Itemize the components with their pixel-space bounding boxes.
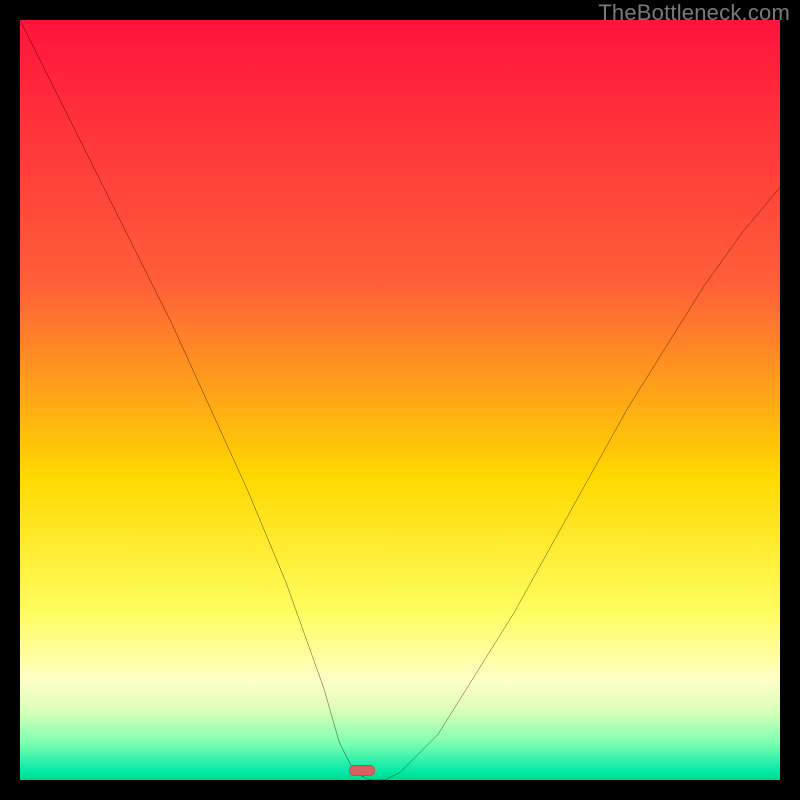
chart-frame: TheBottleneck.com	[0, 0, 800, 800]
watermark-text: TheBottleneck.com	[598, 0, 790, 26]
bottleneck-curve	[20, 20, 780, 780]
plot-area	[20, 20, 780, 780]
optimum-marker	[349, 765, 376, 776]
